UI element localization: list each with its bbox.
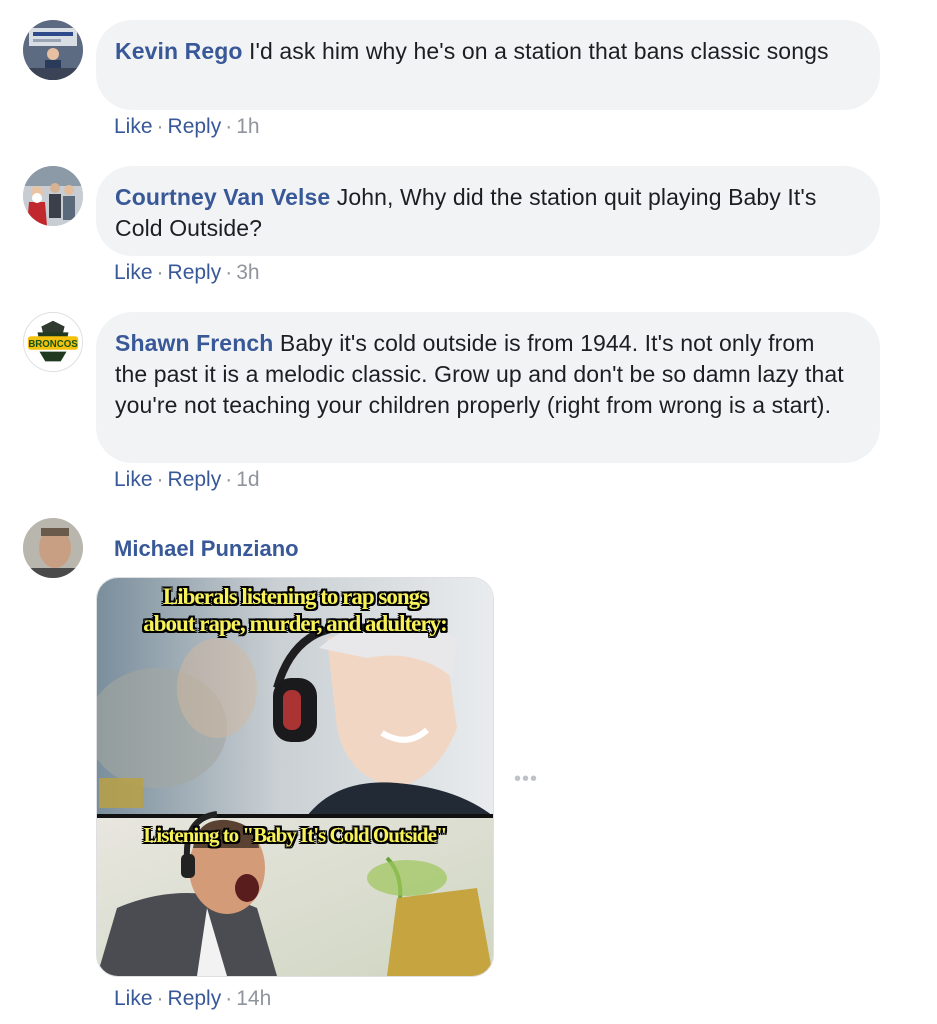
meme-image[interactable]: Liberals listening to rap songs about ra… xyxy=(96,577,494,977)
separator: · xyxy=(225,261,233,284)
avatar-photo xyxy=(23,20,83,80)
reply-button[interactable]: Reply xyxy=(168,261,222,284)
separator: · xyxy=(225,115,233,138)
author-name[interactable]: Shawn French xyxy=(115,330,273,356)
reply-button[interactable]: Reply xyxy=(168,987,222,1010)
like-button[interactable]: Like xyxy=(114,115,153,138)
separator: · xyxy=(225,468,233,491)
reply-button[interactable]: Reply xyxy=(168,115,222,138)
author-name[interactable]: Courtney Van Velse xyxy=(115,184,330,210)
meme-caption-bottom: Listening to "Baby It's Cold Outside" xyxy=(143,823,447,847)
comment-actions: Like · Reply · 3h xyxy=(114,261,260,285)
avatar-photo xyxy=(23,518,83,578)
comment-actions: Like · Reply · 1d xyxy=(114,468,260,492)
broncos-logo: BRONCOS xyxy=(24,313,82,371)
meme-caption-top-line2: about rape, murder, and adultery: xyxy=(143,611,448,636)
meme-caption-top-line1: Liberals listening to rap songs xyxy=(162,584,428,609)
reply-button[interactable]: Reply xyxy=(168,468,222,491)
author-name[interactable]: Kevin Rego xyxy=(115,38,243,64)
like-button[interactable]: Like xyxy=(114,987,153,1010)
avatar[interactable] xyxy=(23,20,83,80)
comment-bubble: Shawn French Baby it's cold outside is f… xyxy=(96,312,880,463)
comment-actions: Like · Reply · 1h xyxy=(114,115,260,139)
like-button[interactable]: Like xyxy=(114,468,153,491)
avatar-photo xyxy=(23,166,83,226)
logo-text: BRONCOS xyxy=(28,339,78,350)
comment-actions: Like · Reply · 14h xyxy=(114,987,271,1011)
timestamp[interactable]: 14h xyxy=(236,987,271,1010)
avatar[interactable] xyxy=(23,166,83,226)
meme-illustration xyxy=(97,578,493,976)
comment-bubble: Kevin Rego I'd ask him why he's on a sta… xyxy=(96,20,880,110)
comment-bubble: Courtney Van Velse John, Why did the sta… xyxy=(96,166,880,256)
avatar[interactable]: BRONCOS xyxy=(23,312,83,372)
separator: · xyxy=(156,261,164,284)
separator: · xyxy=(225,987,233,1010)
like-button[interactable]: Like xyxy=(114,261,153,284)
separator: · xyxy=(156,468,164,491)
timestamp[interactable]: 1h xyxy=(236,115,259,138)
separator: · xyxy=(156,115,164,138)
timestamp[interactable]: 1d xyxy=(236,468,259,491)
comment-text: I'd ask him why he's on a station that b… xyxy=(249,38,829,64)
timestamp[interactable]: 3h xyxy=(236,261,259,284)
author-name[interactable]: Michael Punziano xyxy=(114,536,299,562)
avatar[interactable] xyxy=(23,518,83,578)
more-options-icon[interactable]: ••• xyxy=(514,768,538,791)
separator: · xyxy=(156,987,164,1010)
